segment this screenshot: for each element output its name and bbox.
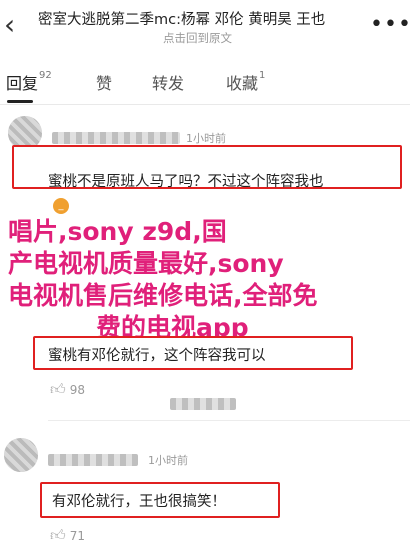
- comment-time: 1小时前: [186, 132, 226, 145]
- reply-badge-icon: _: [53, 198, 69, 214]
- overlay-line: 电视机售后维修电话,全部免: [8, 281, 318, 310]
- like-button[interactable]: 👍︎ 71: [50, 526, 85, 545]
- comment-text: 有邓伦就行，王也很搞笑！: [52, 494, 226, 510]
- tab-label: 收藏: [226, 74, 259, 93]
- tab-label: 转发: [152, 74, 185, 93]
- comment-text: 蜜桃不是原班人马了吗？不过这个阵容我也: [48, 174, 324, 190]
- overlay-line: 产电视机质量最好,sony: [8, 249, 284, 278]
- avatar[interactable]: [4, 438, 38, 472]
- blurred-region: [170, 398, 236, 410]
- overlay-line: 唱片,sony z9d,国: [8, 217, 227, 246]
- tab-count: 1: [259, 70, 266, 81]
- tab-replies[interactable]: 回复92: [6, 70, 52, 94]
- tab-likes[interactable]: 赞: [96, 70, 112, 94]
- tab-bar: 回复92 赞 转发 收藏1: [0, 62, 410, 105]
- tab-reposts[interactable]: 转发: [152, 70, 184, 94]
- thumbs-up-icon: 👍︎: [50, 526, 66, 544]
- tab-favorites[interactable]: 收藏1: [226, 70, 265, 94]
- thumbs-up-icon: 👍︎: [50, 380, 66, 398]
- like-count: 71: [69, 529, 85, 543]
- like-count: 98: [69, 383, 85, 397]
- more-dots-icon[interactable]: •••: [370, 12, 410, 37]
- username-blurred[interactable]: [48, 454, 138, 466]
- top-bar: ‹ 密室大逃脱第二季mc:杨幂 邓伦 黄明昊 王也 点击回到原文 •••: [0, 0, 410, 56]
- comment-text: 蜜桃有邓伦就行，这个阵容我可以: [48, 348, 266, 364]
- chevron-left-icon[interactable]: ‹: [4, 10, 28, 40]
- page-title: 密室大逃脱第二季mc:杨幂 邓伦 黄明昊 王也: [38, 12, 326, 28]
- username-blurred[interactable]: [52, 132, 180, 144]
- tab-label: 回复: [6, 74, 39, 93]
- tab-count: 92: [39, 70, 52, 81]
- back-to-original-link[interactable]: 点击回到原文: [163, 30, 232, 46]
- divider: [48, 420, 410, 421]
- tab-label: 赞: [96, 74, 113, 93]
- comment-time: 1小时前: [148, 454, 188, 467]
- like-button[interactable]: 👍︎ 98: [50, 380, 85, 399]
- tab-active-indicator: [7, 100, 33, 103]
